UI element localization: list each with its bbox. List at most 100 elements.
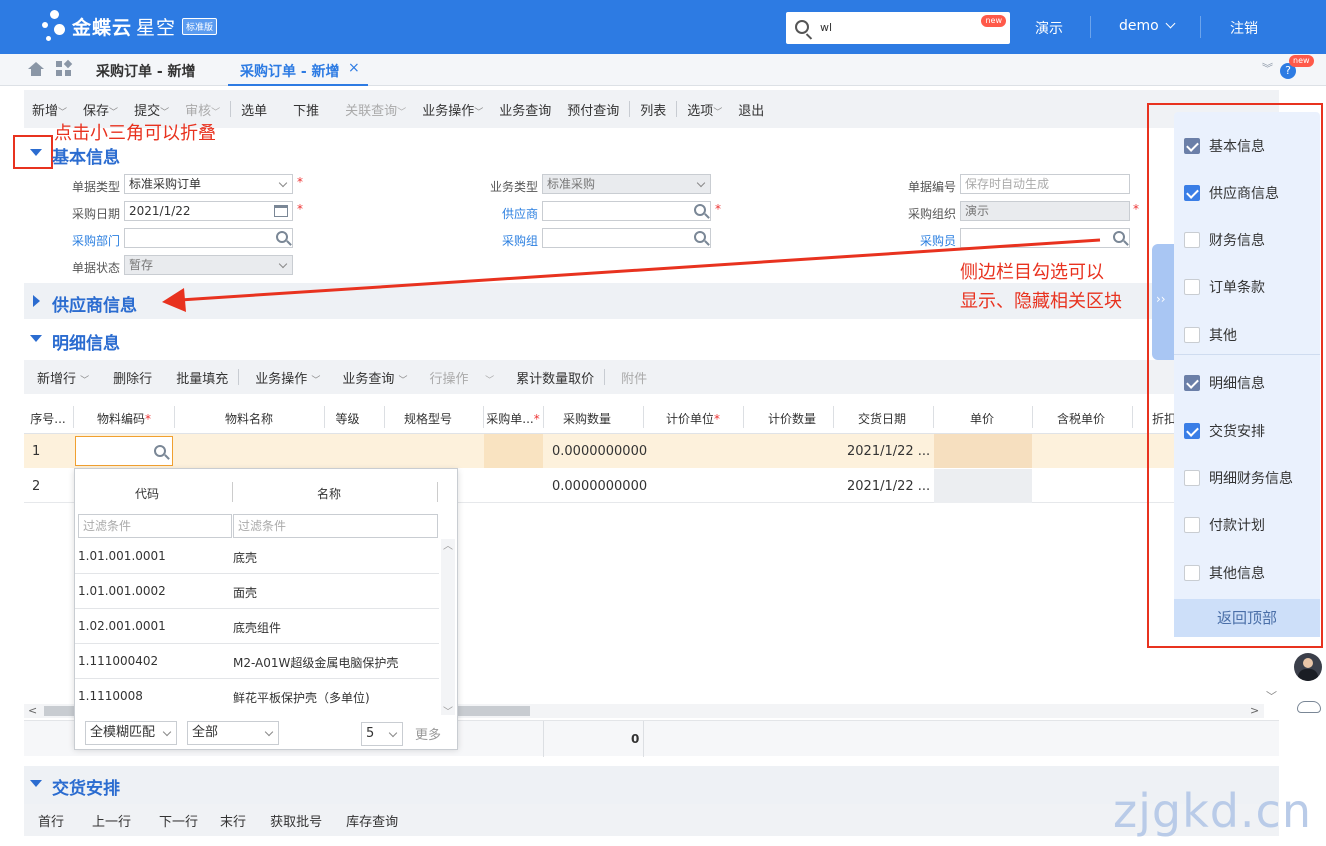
cumulative-price-button[interactable]: 累计数量取价 bbox=[508, 368, 602, 387]
home-icon[interactable] bbox=[28, 62, 44, 76]
detail-toolbar: 新增行 ﹀ 删除行 批量填充 业务操作 ﹀ 业务查询 ﹀ 行操作 ﹀ 累计数量取… bbox=[24, 360, 1279, 394]
close-icon[interactable]: × bbox=[348, 60, 360, 76]
supplier-input[interactable] bbox=[542, 201, 711, 221]
grid-cell-shade bbox=[934, 434, 1032, 468]
search-icon[interactable] bbox=[154, 445, 166, 457]
col-seq[interactable]: 序号... bbox=[24, 410, 72, 427]
row-date: 2021/1/22 ... bbox=[847, 479, 931, 494]
toolbar-submit-button[interactable]: 提交﹀ bbox=[126, 100, 177, 119]
col-delivery-date[interactable]: 交货日期 bbox=[833, 410, 931, 427]
doc-type-select[interactable]: 标准采购订单 bbox=[124, 174, 293, 194]
section-title-supplier: 供应商信息 bbox=[52, 296, 137, 316]
prev-row-button[interactable]: 上一行 bbox=[84, 811, 139, 830]
toolbar-select-button[interactable]: 选单 bbox=[233, 100, 275, 119]
search-icon[interactable] bbox=[1113, 231, 1125, 243]
toolbar-push-button[interactable]: 下推 bbox=[285, 100, 327, 119]
list-item[interactable]: 1.01.001.0001 底壳 bbox=[75, 539, 439, 574]
toolbar-biz-query-button[interactable]: 业务查询 bbox=[491, 100, 559, 119]
scroll-left-icon[interactable]: < bbox=[28, 704, 37, 717]
toolbar-options-button[interactable]: 选项﹀ bbox=[679, 100, 730, 119]
totals-divider bbox=[643, 721, 644, 757]
lookup-filter-name[interactable]: 过滤条件 bbox=[233, 514, 438, 538]
col-purchase-qty[interactable]: 采购数量 bbox=[543, 410, 631, 427]
list-item[interactable]: 1.02.001.0001 底壳组件 bbox=[75, 609, 439, 644]
row-ops-button[interactable]: 行操作 ﹀ bbox=[422, 368, 503, 387]
scroll-right-icon[interactable]: > bbox=[1250, 704, 1259, 717]
lookup-filter-code[interactable]: 过滤条件 bbox=[78, 514, 232, 538]
detail-biz-query-button[interactable]: 业务查询 ﹀ bbox=[334, 368, 415, 387]
section-title-delivery: 交货安排 bbox=[52, 779, 120, 799]
toolbar-exit-button[interactable]: 退出 bbox=[730, 100, 772, 119]
col-material-code[interactable]: 物料编码* bbox=[74, 410, 174, 427]
last-row-button[interactable]: 末行 bbox=[212, 811, 254, 830]
collapse-triangle-icon[interactable] bbox=[30, 335, 42, 342]
cloud-icon[interactable] bbox=[1297, 701, 1321, 713]
toolbar-prepay-query-button[interactable]: 预付查询 bbox=[559, 100, 627, 119]
match-mode-select[interactable]: 全模糊匹配 bbox=[85, 721, 177, 745]
nav-user[interactable]: demo bbox=[1119, 18, 1176, 34]
toolbar-divider bbox=[629, 101, 631, 117]
tab-purchase-order-active[interactable]: 采购订单 - 新增 × bbox=[228, 54, 368, 86]
date-input[interactable]: 2021/1/22 bbox=[124, 201, 293, 221]
col-spec[interactable]: 规格型号 bbox=[384, 410, 472, 427]
app-logo[interactable]: 金蝶云 星空 标准版 bbox=[40, 6, 218, 46]
toolbar-biz-ops-button[interactable]: 业务操作﹀ bbox=[414, 100, 491, 119]
detail-biz-ops-button[interactable]: 业务操作 ﹀ bbox=[247, 368, 328, 387]
col-purchase-unit[interactable]: 采购单...* bbox=[483, 410, 543, 427]
toolbar-audit-button[interactable]: 审核﹀ bbox=[177, 100, 228, 119]
first-row-button[interactable]: 首行 bbox=[24, 811, 72, 830]
list-item[interactable]: 1.01.001.0002 面壳 bbox=[75, 574, 439, 609]
scope-select[interactable]: 全部 bbox=[187, 721, 279, 745]
user-name: demo bbox=[1119, 18, 1159, 34]
biz-type-select[interactable]: 标准采购 bbox=[542, 174, 711, 194]
next-row-button[interactable]: 下一行 bbox=[151, 811, 206, 830]
lookup-col-name: 名称 bbox=[317, 487, 342, 501]
col-pricing-unit[interactable]: 计价单位* bbox=[643, 410, 743, 427]
batch-fill-button[interactable]: 批量填充 bbox=[168, 368, 236, 387]
purchase-org-input[interactable]: 演示 bbox=[960, 201, 1130, 221]
col-material-name[interactable]: 物料名称 bbox=[174, 410, 324, 427]
vertical-scroll-down-icon[interactable]: ﹀ bbox=[1266, 688, 1277, 704]
list-item[interactable]: 1.1110008 鲜花平板保护壳（多单位) bbox=[75, 679, 439, 714]
more-link[interactable]: 更多 bbox=[415, 724, 441, 743]
list-item[interactable]: 1.111000402 M2-A01W超级金属电脑保护壳 bbox=[75, 644, 439, 679]
material-code-input[interactable] bbox=[75, 436, 173, 466]
toolbar-new-button[interactable]: 新增﹀ bbox=[24, 100, 75, 119]
col-unit-price[interactable]: 单价 bbox=[933, 410, 1031, 427]
apps-grid-icon[interactable] bbox=[56, 59, 73, 77]
nav-demo-env[interactable]: 演示 bbox=[1035, 18, 1063, 38]
toolbar-list-button[interactable]: 列表 bbox=[632, 100, 674, 119]
toolbar-save-button[interactable]: 保存﹀ bbox=[75, 100, 126, 119]
global-search-input[interactable]: wl new bbox=[786, 12, 1010, 44]
collapse-triangle-icon[interactable] bbox=[30, 149, 42, 156]
collapse-triangle-icon[interactable] bbox=[30, 780, 42, 787]
search-icon bbox=[795, 20, 809, 34]
toolbar-related-query-button[interactable]: 关联查询﹀ bbox=[337, 100, 414, 119]
stock-query-button[interactable]: 库存查询 bbox=[338, 811, 406, 830]
attachment-button[interactable]: 附件 bbox=[613, 368, 655, 387]
scroll-up-icon[interactable]: ︿ bbox=[443, 537, 453, 552]
delivery-section-header[interactable] bbox=[24, 766, 1279, 804]
lookup-scrollbar[interactable] bbox=[441, 539, 455, 715]
nav-logout[interactable]: 注销 bbox=[1230, 18, 1258, 38]
col-pricing-qty[interactable]: 计价数量 bbox=[743, 410, 841, 427]
table-row[interactable]: 1 0.0000000000 2021/1/22 ... bbox=[24, 434, 1279, 468]
doc-no-input[interactable]: 保存时自动生成 bbox=[960, 174, 1130, 194]
chevron-down-icon bbox=[264, 727, 274, 737]
label-purchase-org: 采购组织 bbox=[907, 207, 956, 221]
add-row-button[interactable]: 新增行 ﹀ bbox=[24, 368, 97, 387]
avatar[interactable] bbox=[1294, 653, 1322, 681]
detail-grid-header: 序号... 物料编码* 物料名称 等级 规格型号 采购单...* 采购数量 计价… bbox=[24, 400, 1279, 434]
col-grade[interactable]: 等级 bbox=[324, 410, 371, 427]
calendar-icon[interactable] bbox=[274, 205, 288, 217]
get-lot-button[interactable]: 获取批号 bbox=[262, 811, 330, 830]
delete-row-button[interactable]: 删除行 bbox=[105, 368, 160, 387]
tab-purchase-order-1[interactable]: 采购订单 - 新增 bbox=[96, 61, 196, 81]
page-size-select[interactable]: 5 bbox=[361, 722, 403, 746]
required-mark: * bbox=[297, 175, 303, 189]
expand-triangle-icon[interactable] bbox=[33, 295, 40, 307]
scroll-down-icon[interactable]: ﹀ bbox=[443, 703, 453, 718]
col-tax-price[interactable]: 含税单价 bbox=[1032, 410, 1130, 427]
search-icon[interactable] bbox=[694, 204, 706, 216]
tabs-expand-icon[interactable]: ︾ bbox=[1262, 60, 1273, 76]
